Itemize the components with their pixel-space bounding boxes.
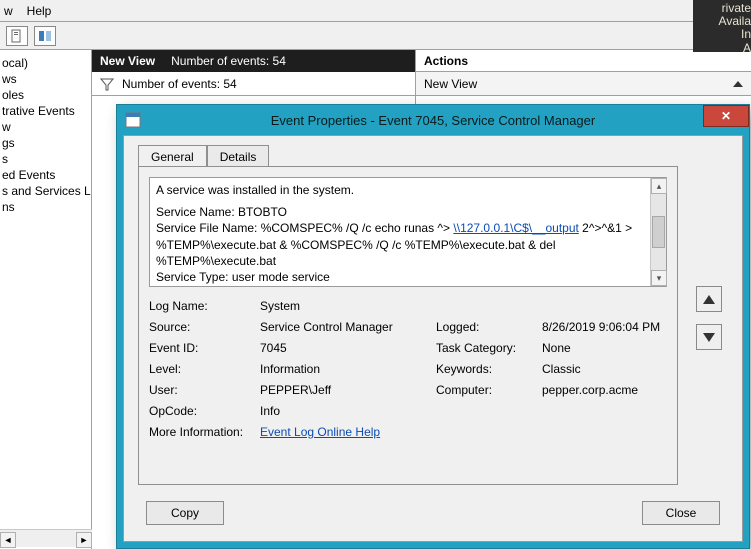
- event-properties-dialog: Event Properties - Event 7045, Service C…: [116, 104, 750, 549]
- val-logged: 8/26/2019 9:06:04 PM: [542, 320, 667, 334]
- toolbar: [0, 22, 751, 50]
- close-button[interactable]: Close: [642, 501, 720, 525]
- desc-line: Service Type: user mode service: [156, 269, 648, 285]
- tree-item[interactable]: s: [2, 152, 89, 166]
- tree-item[interactable]: ed Events: [2, 168, 89, 182]
- scroll-up-icon[interactable]: ▴: [651, 178, 667, 194]
- scroll-left-icon[interactable]: ◄: [0, 532, 16, 548]
- tree-item[interactable]: oles: [2, 88, 89, 102]
- lbl-log-name: Log Name:: [149, 299, 254, 313]
- arrow-down-icon: [703, 333, 715, 342]
- toolbar-btn-1[interactable]: [6, 26, 28, 46]
- collapse-caret-icon[interactable]: [733, 81, 743, 87]
- tree-item[interactable]: s and Services Lo: [2, 184, 89, 198]
- desc-line: Service Name: BTOBTO: [156, 204, 648, 220]
- link-event-log-help[interactable]: Event Log Online Help: [260, 425, 380, 439]
- copy-button[interactable]: Copy: [146, 501, 224, 525]
- desc-line: Service File Name: %COMSPEC% /Q /c echo …: [156, 220, 648, 269]
- desc-line: Service Start Type: demand start: [156, 285, 648, 287]
- val-event-id: 7045: [260, 341, 430, 355]
- lbl-more-info: More Information:: [149, 425, 254, 439]
- toolbar-btn-2[interactable]: [34, 26, 56, 46]
- filter-count: Number of events: 54: [122, 77, 237, 91]
- tree-hscroll[interactable]: ◄ ►: [0, 529, 92, 547]
- actions-item-label: New View: [424, 77, 477, 91]
- dialog-titlebar[interactable]: Event Properties - Event 7045, Service C…: [117, 105, 749, 135]
- lbl-level: Level:: [149, 362, 254, 376]
- panes-icon: [38, 29, 52, 43]
- tab-body: A service was installed in the system. S…: [138, 166, 678, 485]
- tree-item[interactable]: ocal): [2, 56, 89, 70]
- tree-item[interactable]: ws: [2, 72, 89, 86]
- dialog-icon: [125, 112, 141, 128]
- lbl-task-category: Task Category:: [436, 341, 536, 355]
- lbl-opcode: OpCode:: [149, 404, 254, 418]
- close-icon: ✕: [721, 109, 731, 123]
- menu-view[interactable]: w: [4, 4, 13, 18]
- desc-line: A service was installed in the system.: [156, 182, 648, 198]
- actions-item-newview[interactable]: New View: [416, 72, 751, 96]
- val-opcode: Info: [260, 404, 430, 418]
- prev-event-button[interactable]: [696, 286, 722, 312]
- scroll-right-icon[interactable]: ►: [76, 532, 92, 548]
- val-task-category: None: [542, 341, 667, 355]
- scroll-thumb[interactable]: [652, 216, 665, 248]
- next-event-button[interactable]: [696, 324, 722, 350]
- event-description[interactable]: A service was installed in the system. S…: [149, 177, 667, 287]
- lbl-computer: Computer:: [436, 383, 536, 397]
- actions-header: Actions: [416, 50, 751, 72]
- view-header-title: New View: [100, 54, 155, 68]
- event-fields: Log Name: System Source: Service Control…: [149, 299, 667, 439]
- desc-scrollbar[interactable]: ▴ ▾: [650, 178, 666, 286]
- dialog-title: Event Properties - Event 7045, Service C…: [271, 113, 595, 128]
- lbl-source: Source:: [149, 320, 254, 334]
- menu-bar: w Help: [0, 0, 751, 22]
- val-log-name: System: [260, 299, 430, 313]
- arrow-up-icon: [703, 295, 715, 304]
- dialog-close-x[interactable]: ✕: [703, 105, 749, 127]
- page-icon: [10, 29, 24, 43]
- background-console: rivate Availa In A: [693, 0, 751, 52]
- val-source: Service Control Manager: [260, 320, 430, 334]
- tree-item[interactable]: gs: [2, 136, 89, 150]
- lbl-event-id: Event ID:: [149, 341, 254, 355]
- tree-item[interactable]: ns: [2, 200, 89, 214]
- lbl-user: User:: [149, 383, 254, 397]
- val-user: PEPPER\Jeff: [260, 383, 430, 397]
- scroll-down-icon[interactable]: ▾: [651, 270, 667, 286]
- view-header-count: Number of events: 54: [171, 54, 286, 68]
- val-keywords: Classic: [542, 362, 667, 376]
- lbl-logged: Logged:: [436, 320, 536, 334]
- menu-help[interactable]: Help: [27, 4, 52, 18]
- view-header: New View Number of events: 54: [92, 50, 415, 72]
- nav-tree[interactable]: ocal) ws oles trative Events w gs s ed E…: [0, 50, 92, 549]
- funnel-icon[interactable]: [100, 77, 114, 91]
- lbl-keywords: Keywords:: [436, 362, 536, 376]
- tree-item[interactable]: w: [2, 120, 89, 134]
- val-computer: pepper.corp.acme: [542, 383, 667, 397]
- filter-row: Number of events: 54: [92, 72, 415, 96]
- val-level: Information: [260, 362, 430, 376]
- service-file-link[interactable]: \\127.0.0.1\C$\__output: [453, 221, 578, 235]
- tree-item[interactable]: trative Events: [2, 104, 89, 118]
